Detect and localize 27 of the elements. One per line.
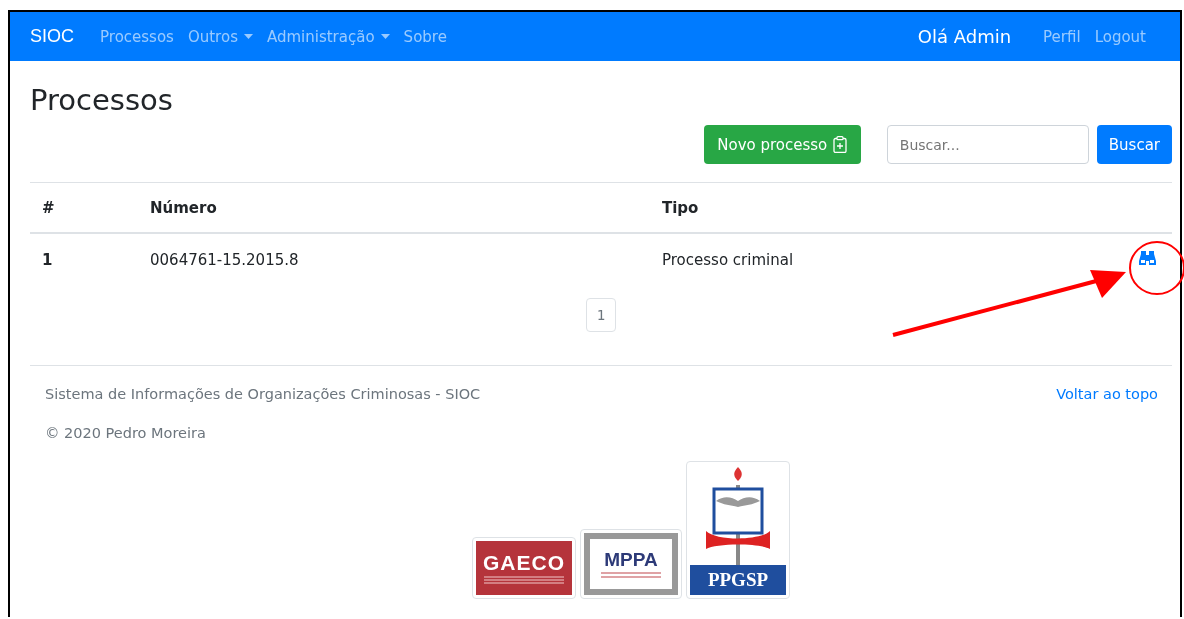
page-title: Processos: [30, 83, 174, 117]
back-to-top-link[interactable]: Voltar ao topo: [1056, 386, 1158, 402]
mppa-logo: MPPA: [584, 533, 678, 595]
greeting-text: Olá Admin: [917, 26, 1012, 47]
nav-link[interactable]: Perfil: [1043, 27, 1081, 46]
nav-link[interactable]: Sobre: [403, 27, 447, 46]
nav-link[interactable]: Outros: [187, 27, 253, 46]
table-cell: Processo criminal: [650, 233, 1055, 283]
clipboard-plus-icon: [833, 136, 848, 153]
nav-link[interactable]: Administração: [266, 27, 390, 46]
column-header: Número: [138, 182, 650, 233]
table-cell: 0064761-15.2015.8: [138, 233, 650, 283]
gaeco-logo: GAECO: [476, 541, 572, 595]
page-link[interactable]: 1: [585, 298, 617, 332]
binoculars-icon[interactable]: [1139, 250, 1156, 265]
nav-link[interactable]: Processos: [100, 27, 174, 46]
nav-link[interactable]: Logout: [1094, 27, 1146, 46]
table-cell: 1: [30, 233, 138, 283]
brand-link[interactable]: SIOC: [30, 26, 74, 47]
column-header: #: [30, 182, 138, 233]
university-logo: PPGSP: [690, 465, 786, 595]
copyright-text: © 2020 Pedro Moreira: [44, 424, 207, 441]
new-process-button[interactable]: Novo processo: [703, 125, 861, 164]
search-button[interactable]: Buscar: [1096, 125, 1172, 164]
footer-text: Sistema de Informações de Organizações Criminosas - SIOC: [45, 386, 481, 402]
column-header: Tipo: [650, 182, 1055, 233]
search-field[interactable]: Buscar...: [886, 125, 1089, 164]
